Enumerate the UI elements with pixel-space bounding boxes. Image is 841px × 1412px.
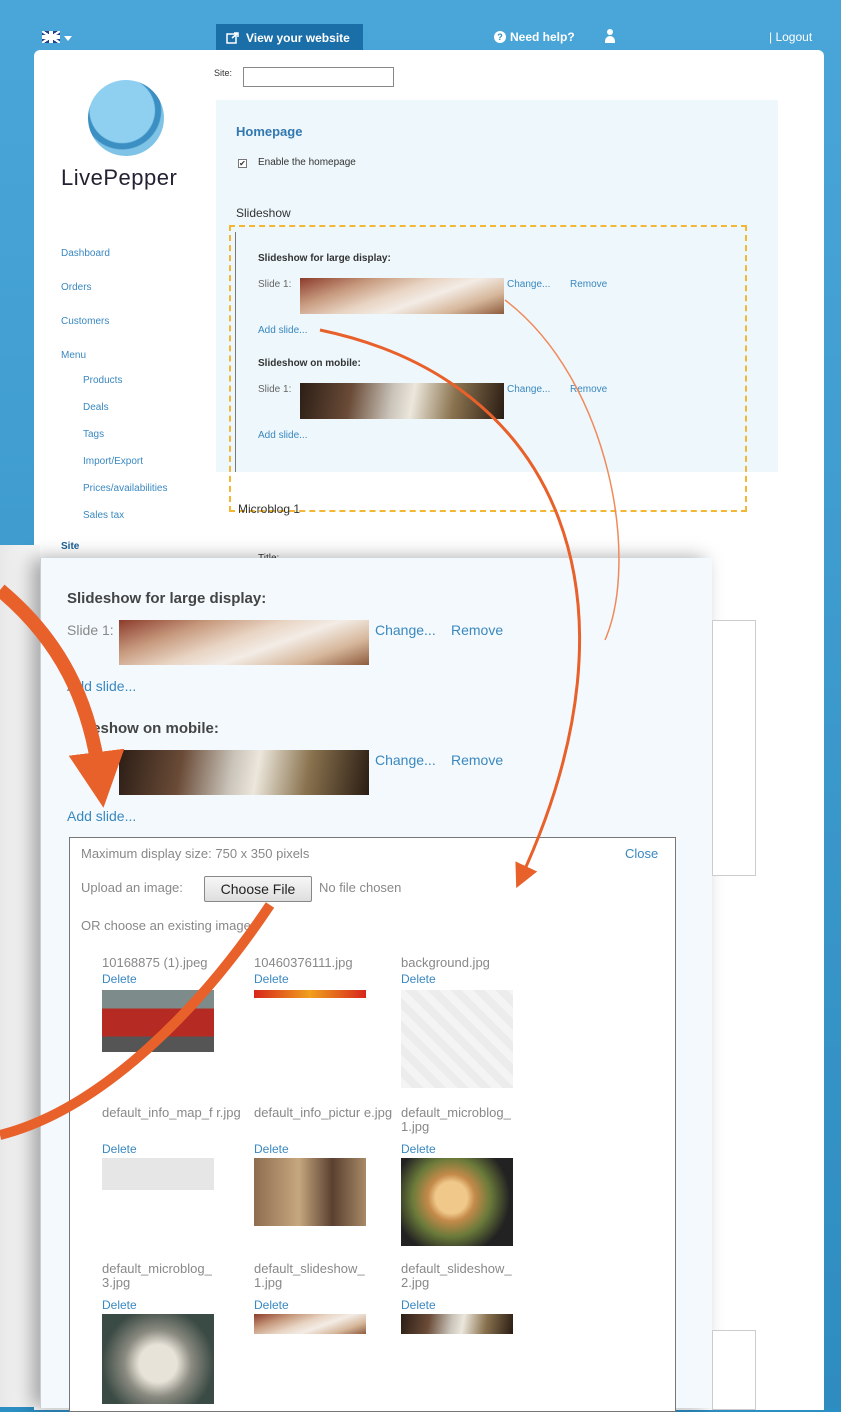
slide-label: 1: (100, 751, 112, 767)
slide-label: Slide 1: (258, 279, 292, 290)
slide-thumbnail (300, 278, 504, 314)
homepage-title: Homepage (236, 124, 303, 139)
change-link[interactable]: Change... (375, 622, 436, 638)
image-filename: default_info_pictur e.jpg (254, 1105, 393, 1120)
nav-item-prices[interactable]: Prices/availabilities (83, 483, 167, 494)
max-size-text: Maximum display size: 750 x 350 pixels (81, 846, 310, 861)
image-thumbnail[interactable] (102, 1158, 214, 1190)
choose-file-button[interactable]: Choose File (204, 876, 312, 902)
uk-flag-icon[interactable] (42, 31, 60, 43)
image-filename: default_microblog_ 3.jpg (102, 1261, 212, 1290)
need-help-label: Need help? (510, 30, 575, 44)
nav-item-products[interactable]: Products (83, 375, 122, 386)
image-filename: 10460376111.jpg (254, 955, 353, 970)
user-icon[interactable] (604, 29, 616, 43)
delete-link[interactable]: Delete (102, 972, 137, 986)
image-filename: background.jpg (401, 955, 490, 970)
large-display-title: Slideshow for large display: (67, 590, 267, 607)
slide-label: Slide 1: (258, 384, 292, 395)
nav-item-dashboard[interactable]: Dashboard (61, 248, 110, 259)
image-thumbnail[interactable] (254, 990, 366, 998)
image-filename: default_slideshow_ 2.jpg (401, 1261, 512, 1290)
image-thumbnail[interactable] (401, 990, 513, 1088)
change-link[interactable]: Change... (507, 384, 550, 395)
need-help-link[interactable]: ? Need help? (494, 30, 575, 44)
delete-link[interactable]: Delete (401, 1298, 436, 1312)
chevron-down-icon[interactable] (64, 36, 72, 41)
image-filename: 10168875 (1).jpeg (102, 955, 208, 970)
image-thumbnail[interactable] (102, 990, 214, 1052)
large-display-title: Slideshow for large display: (258, 253, 391, 264)
nav-item-sales-tax[interactable]: Sales tax (83, 510, 124, 521)
slide-thumbnail (119, 750, 369, 795)
image-filename: default_info_map_f r.jpg (102, 1105, 241, 1120)
question-icon: ? (494, 31, 506, 43)
close-link[interactable]: Close (625, 846, 658, 861)
delete-link[interactable]: Delete (102, 1142, 137, 1156)
slide-thumbnail (300, 383, 504, 419)
view-website-label: View your website (246, 31, 350, 45)
remove-link[interactable]: Remove (570, 384, 607, 395)
remove-link[interactable]: Remove (451, 752, 503, 768)
add-slide-link[interactable]: Add slide... (67, 678, 136, 694)
nav-item-deals[interactable]: Deals (83, 402, 109, 413)
enable-homepage-checkbox[interactable]: ✔ (238, 159, 247, 168)
image-thumbnail[interactable] (254, 1314, 366, 1334)
remove-link[interactable]: Remove (570, 279, 607, 290)
image-thumbnail[interactable] (254, 1158, 366, 1226)
add-slide-link[interactable]: Add slide... (258, 325, 307, 336)
logout-link[interactable]: | Logout (769, 30, 812, 44)
enable-homepage-label: Enable the homepage (258, 157, 356, 168)
mobile-title: leshow on mobile: (88, 720, 219, 737)
delete-link[interactable]: Delete (254, 1142, 289, 1156)
add-slide-link[interactable]: Add slide... (67, 808, 136, 824)
top-bar: View your website ? Need help? | Logout (0, 0, 841, 52)
no-file-text: No file chosen (319, 880, 402, 895)
nav-item-orders[interactable]: Orders (61, 282, 92, 293)
logo-icon (88, 80, 164, 156)
delete-link[interactable]: Delete (401, 1142, 436, 1156)
divider (235, 232, 236, 472)
external-link-icon (226, 32, 239, 44)
text-area[interactable] (712, 1330, 756, 1410)
nav-item-menu[interactable]: Menu (61, 350, 86, 361)
nav-item-site[interactable]: Site (61, 541, 79, 552)
site-label: Site: (214, 68, 233, 78)
zoom-shadow (0, 545, 40, 1407)
delete-link[interactable]: Delete (254, 972, 289, 986)
text-area[interactable] (712, 620, 756, 876)
image-thumbnail[interactable] (401, 1314, 513, 1334)
mobile-title: Slideshow on mobile: (258, 358, 361, 369)
remove-link[interactable]: Remove (451, 622, 503, 638)
image-filename: default_microblog_ 1.jpg (401, 1105, 511, 1134)
microblog-title: Microblog 1 (238, 502, 301, 516)
or-choose-text: OR choose an existing image: (81, 918, 255, 933)
image-filename: default_slideshow_ 1.jpg (254, 1261, 365, 1290)
image-thumbnail[interactable] (401, 1158, 513, 1246)
slide-thumbnail (119, 620, 369, 665)
add-slide-link[interactable]: Add slide... (258, 430, 307, 441)
delete-link[interactable]: Delete (254, 1298, 289, 1312)
image-thumbnail[interactable] (102, 1314, 214, 1404)
slideshow-title: Slideshow (236, 206, 291, 220)
logo-text: LivePepper (61, 165, 178, 190)
site-input[interactable] (243, 67, 394, 87)
delete-link[interactable]: Delete (401, 972, 436, 986)
nav-item-import-export[interactable]: Import/Export (83, 456, 143, 467)
delete-link[interactable]: Delete (102, 1298, 137, 1312)
nav-item-customers[interactable]: Customers (61, 316, 109, 327)
view-website-button[interactable]: View your website (216, 24, 363, 52)
change-link[interactable]: Change... (375, 752, 436, 768)
slide-label: Slide 1: (67, 622, 114, 638)
change-link[interactable]: Change... (507, 279, 550, 290)
nav-item-tags[interactable]: Tags (83, 429, 104, 440)
upload-label: Upload an image: (81, 880, 183, 895)
